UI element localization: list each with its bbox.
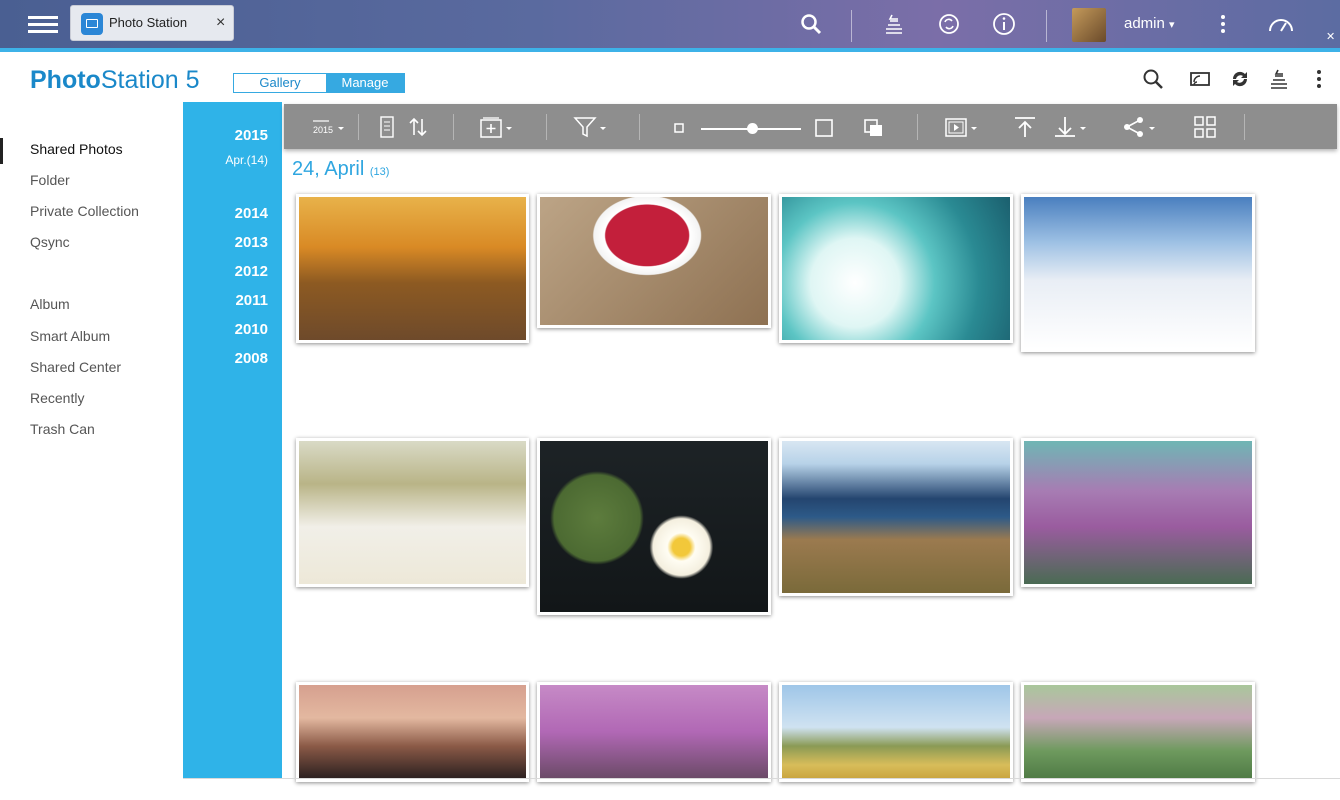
manage-mode-button[interactable]: Manage: [326, 74, 404, 92]
photo-thumbnail-lavender[interactable]: [1021, 438, 1255, 587]
search-icon[interactable]: [1142, 68, 1164, 90]
upload-icon[interactable]: [1013, 115, 1037, 139]
photo-thumbnail-snowy-bridge[interactable]: [296, 438, 529, 587]
timeline-year[interactable]: 2012: [235, 263, 268, 280]
filter-icon[interactable]: [573, 115, 613, 139]
logo-rest: Station 5: [100, 66, 200, 94]
footer-divider: [183, 778, 1340, 779]
list-view-icon[interactable]: [376, 115, 400, 139]
timeline-year[interactable]: 2013: [235, 234, 268, 251]
close-icon[interactable]: ✕: [1326, 30, 1335, 43]
app-logo: PhotoStation 5: [30, 66, 200, 95]
date-group-header: 24, April (13): [292, 158, 389, 181]
separator: [851, 10, 852, 42]
calendar-year-icon: 2015: [313, 120, 344, 135]
timeline-panel: 2015 Apr.(14) 2014 2013 2012 2011 2010 2…: [183, 102, 282, 778]
photo-count: (13): [369, 166, 390, 178]
multi-select-icon[interactable]: [862, 115, 886, 139]
timeline-year-current[interactable]: 2015: [235, 127, 268, 144]
sidebar-item-recently[interactable]: Recently: [30, 390, 84, 406]
close-tab-button[interactable]: ×: [216, 14, 225, 32]
photo-thumbnail-water-lily[interactable]: [537, 438, 771, 615]
thumbnail-large-icon[interactable]: [812, 115, 836, 139]
sidebar-item-qsync[interactable]: Qsync: [30, 234, 70, 250]
slideshow-icon[interactable]: [944, 115, 984, 139]
sidebar-item-shared-photos[interactable]: Shared Photos: [30, 141, 123, 157]
download-icon[interactable]: [1053, 115, 1093, 139]
date-label: 24, April: [292, 158, 365, 180]
separator: [1046, 10, 1047, 42]
separator: [546, 114, 547, 140]
separator: [639, 114, 640, 140]
photo-thumbnail-raspberries[interactable]: [537, 194, 771, 328]
separator: [358, 114, 359, 140]
timeline-year[interactable]: 2014: [235, 205, 268, 222]
mode-switch: Gallery Manage: [233, 73, 405, 93]
sidebar-item-trash-can[interactable]: Trash Can: [30, 421, 95, 437]
user-menu[interactable]: admin ▾: [1124, 15, 1175, 32]
refresh-icon[interactable]: [1229, 68, 1251, 90]
sync-icon[interactable]: [937, 12, 961, 36]
photo-thumbnail-windmill[interactable]: [779, 682, 1013, 782]
active-nav-indicator: [0, 138, 3, 164]
share-icon[interactable]: [1122, 115, 1162, 139]
sidebar-item-album[interactable]: Album: [30, 296, 70, 312]
cast-icon[interactable]: [1189, 68, 1211, 90]
topbar-accent-line: [0, 48, 1340, 52]
photo-thumbnail-dandelion[interactable]: [779, 194, 1013, 343]
timeline-year[interactable]: 2008: [235, 350, 268, 367]
timeline-view-button[interactable]: 2015: [311, 115, 347, 139]
chevron-down-icon: ▾: [1169, 19, 1175, 31]
separator: [917, 114, 918, 140]
app-tab-photo-station[interactable]: Photo Station ×: [70, 5, 234, 41]
sidebar-item-smart-album[interactable]: Smart Album: [30, 328, 110, 344]
photo-station-icon: [81, 13, 103, 35]
photo-thumbnail-deer[interactable]: [1021, 194, 1255, 352]
photo-thumbnail-rabbit[interactable]: [1021, 682, 1255, 782]
slider-handle[interactable]: [747, 123, 758, 134]
dashboard-icon[interactable]: [1267, 12, 1295, 36]
search-icon[interactable]: [799, 12, 823, 36]
more-vertical-icon[interactable]: [1310, 68, 1328, 90]
timeline-year[interactable]: 2011: [235, 292, 268, 309]
grid-view-icon[interactable]: [1193, 115, 1217, 139]
logo-bold: Photo: [30, 66, 101, 94]
photo-thumbnail-autumn-park[interactable]: [296, 194, 529, 343]
top-bar: Photo Station × admin ▾ ✕: [0, 0, 1340, 48]
photo-thumbnail-horse-rider[interactable]: [296, 682, 529, 782]
more-vertical-icon[interactable]: [1211, 12, 1235, 36]
avatar[interactable]: [1072, 8, 1106, 42]
gallery-mode-button[interactable]: Gallery: [234, 74, 326, 92]
timeline-year[interactable]: 2010: [235, 321, 268, 338]
menu-icon[interactable]: [28, 12, 58, 36]
photo-thumbnail-cherry-blossom[interactable]: [537, 682, 771, 782]
background-tasks-icon[interactable]: [1268, 68, 1290, 90]
toolbar: 2015: [284, 104, 1337, 149]
info-icon[interactable]: [992, 12, 1016, 36]
sidebar-item-private-collection[interactable]: Private Collection: [30, 203, 139, 219]
timeline-month[interactable]: Apr.(14): [225, 153, 268, 167]
thumbnail-small-icon[interactable]: [672, 115, 696, 139]
sidebar-item-folder[interactable]: Folder: [30, 172, 70, 188]
tab-title: Photo Station: [109, 15, 188, 30]
separator: [453, 114, 454, 140]
year-icon-text: 2015: [313, 125, 333, 135]
background-tasks-icon[interactable]: [882, 12, 906, 36]
add-to-album-icon[interactable]: [479, 115, 519, 139]
separator: [1244, 114, 1245, 140]
sidebar-item-shared-center[interactable]: Shared Center: [30, 359, 121, 375]
photo-thumbnail-coastline[interactable]: [779, 438, 1013, 596]
user-name: admin: [1124, 15, 1165, 32]
sort-icon[interactable]: [406, 115, 430, 139]
